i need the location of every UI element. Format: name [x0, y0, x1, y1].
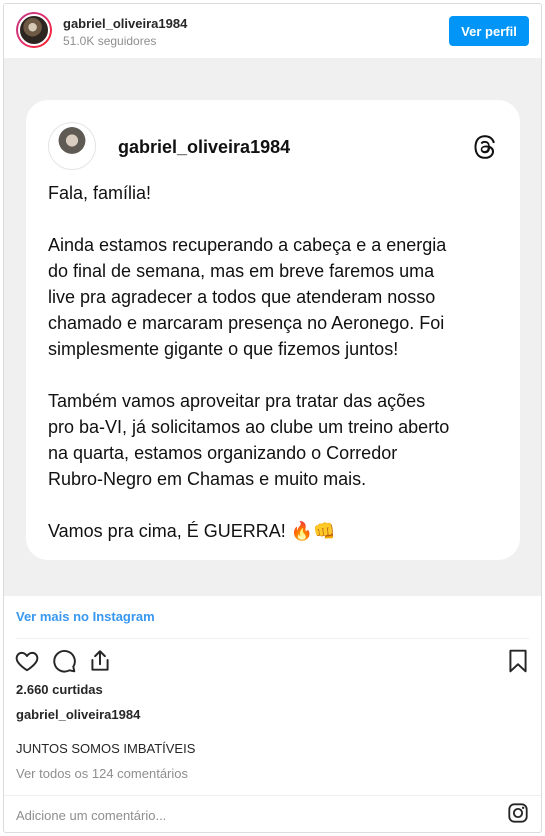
like-count[interactable]: 2.660 curtidas [16, 682, 103, 697]
bookmark-icon[interactable] [505, 648, 531, 674]
threads-post-card: gabriel_oliveira1984 Fala, família! Aind… [26, 100, 520, 560]
action-bar [4, 648, 541, 678]
post-paragraph: Também vamos aproveitar pra tratar das a… [48, 391, 450, 489]
post-paragraph: Vamos pra cima, É GUERRA! 🔥👊 [48, 521, 336, 541]
view-comments-link[interactable]: Ver todos os 124 comentários [16, 766, 188, 781]
card-avatar [48, 122, 96, 170]
card-username: gabriel_oliveira1984 [118, 137, 291, 157]
post-text: Fala, família! Ainda estamos recuperando… [48, 180, 508, 544]
post-caption: JUNTOS SOMOS IMBATÍVEIS [16, 741, 196, 756]
caption-username[interactable]: gabriel_oliveira1984 [16, 707, 140, 722]
instagram-icon[interactable] [507, 802, 529, 824]
follower-count: 51.0K seguidores [63, 34, 157, 48]
post-media[interactable]: gabriel_oliveira1984 Fala, família! Aind… [4, 58, 541, 596]
divider [4, 795, 541, 796]
post-header: gabriel_oliveira1984 51.0K seguidores Ve… [4, 4, 541, 58]
header-username[interactable]: gabriel_oliveira1984 [63, 16, 187, 31]
comment-icon[interactable] [51, 648, 77, 674]
see-more-link[interactable]: Ver mais no Instagram [16, 609, 155, 624]
post-paragraph: Fala, família! [48, 183, 152, 203]
view-profile-button[interactable]: Ver perfil [449, 16, 529, 46]
add-comment-field[interactable]: Adicione um comentário... [16, 808, 166, 823]
divider [16, 638, 529, 639]
heart-icon[interactable] [14, 648, 40, 674]
avatar[interactable] [16, 12, 52, 48]
threads-icon [474, 135, 495, 159]
post-paragraph: Ainda estamos recuperando a cabeça e a e… [48, 235, 447, 359]
share-icon[interactable] [87, 648, 113, 674]
instagram-embed: gabriel_oliveira1984 51.0K seguidores Ve… [3, 3, 542, 833]
